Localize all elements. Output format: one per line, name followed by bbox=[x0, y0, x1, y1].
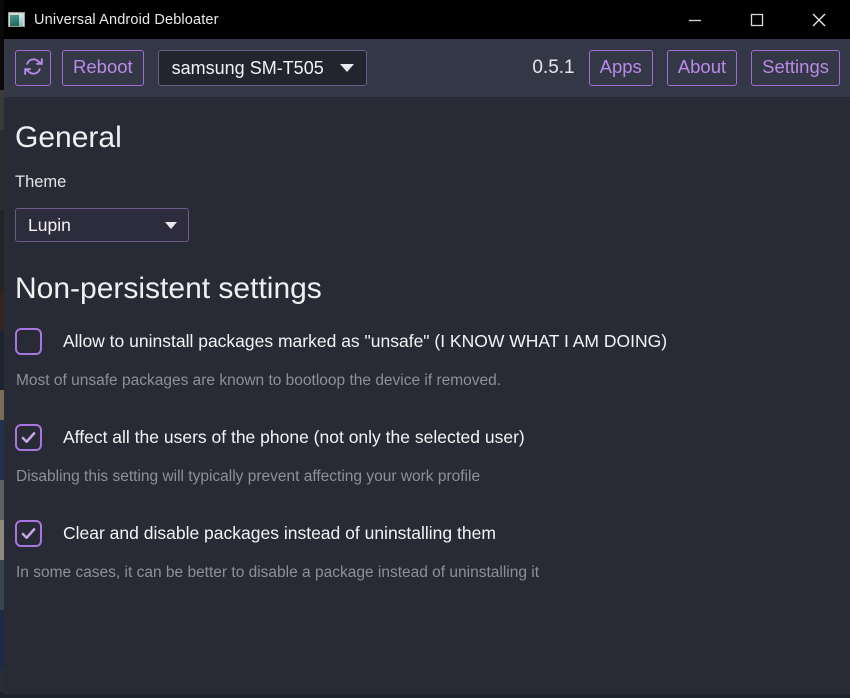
window-controls bbox=[664, 0, 850, 39]
theme-label: Theme bbox=[15, 173, 67, 191]
device-select[interactable]: samsung SM-T505 bbox=[157, 50, 367, 86]
refresh-button[interactable] bbox=[15, 50, 51, 86]
setting-label-affect-all-users: Affect all the users of the phone (not o… bbox=[63, 427, 525, 447]
page-title-non-persistent: Non-persistent settings bbox=[15, 272, 322, 305]
refresh-icon bbox=[23, 56, 44, 81]
theme-select-value: Lupin bbox=[28, 214, 71, 235]
chevron-down-icon bbox=[339, 64, 354, 72]
setting-row-affect-all-users[interactable]: Affect all the users of the phone (not o… bbox=[15, 424, 850, 451]
titlebar[interactable]: Universal Android Debloater bbox=[4, 0, 850, 39]
titlebar-left-group: Universal Android Debloater bbox=[4, 12, 219, 28]
about-button[interactable]: About bbox=[666, 50, 738, 86]
version-label: 0.5.1 bbox=[532, 57, 575, 78]
setting-label-allow-unsafe: Allow to uninstall packages marked as "u… bbox=[63, 331, 668, 351]
window-title: Universal Android Debloater bbox=[34, 11, 219, 28]
checkbox-clear-and-disable[interactable] bbox=[15, 520, 42, 547]
reboot-button[interactable]: Reboot bbox=[62, 50, 144, 86]
app-window-icon bbox=[8, 12, 25, 27]
device-select-value: samsung SM-T505 bbox=[171, 57, 324, 78]
setting-row-allow-unsafe[interactable]: Allow to uninstall packages marked as "u… bbox=[15, 328, 850, 355]
page-title-general: General bbox=[15, 121, 122, 154]
application-window: Universal Android Debloater Reboot samsu… bbox=[4, 0, 850, 694]
setting-help-allow-unsafe: Most of unsafe packages are known to boo… bbox=[16, 372, 502, 389]
toolbar: Reboot samsung SM-T505 0.5.1 Apps About … bbox=[4, 39, 850, 97]
toolbar-right-group: 0.5.1 Apps About Settings bbox=[532, 50, 840, 86]
setting-row-clear-and-disable[interactable]: Clear and disable packages instead of un… bbox=[15, 520, 850, 547]
settings-content: General Theme Lupin Non-persistent setti… bbox=[4, 97, 850, 694]
close-icon[interactable] bbox=[788, 0, 850, 39]
theme-select[interactable]: Lupin bbox=[15, 208, 189, 242]
apps-button[interactable]: Apps bbox=[588, 50, 653, 86]
setting-label-clear-and-disable: Clear and disable packages instead of un… bbox=[63, 523, 496, 543]
chevron-down-icon bbox=[165, 221, 177, 229]
checkbox-affect-all-users[interactable] bbox=[15, 424, 42, 451]
maximize-icon[interactable] bbox=[726, 0, 788, 39]
checkbox-allow-unsafe[interactable] bbox=[15, 328, 42, 355]
settings-button[interactable]: Settings bbox=[751, 50, 840, 86]
setting-help-clear-and-disable: In some cases, it can be better to disab… bbox=[16, 564, 540, 581]
setting-help-affect-all-users: Disabling this setting will typically pr… bbox=[16, 468, 481, 485]
minimize-icon[interactable] bbox=[664, 0, 726, 39]
